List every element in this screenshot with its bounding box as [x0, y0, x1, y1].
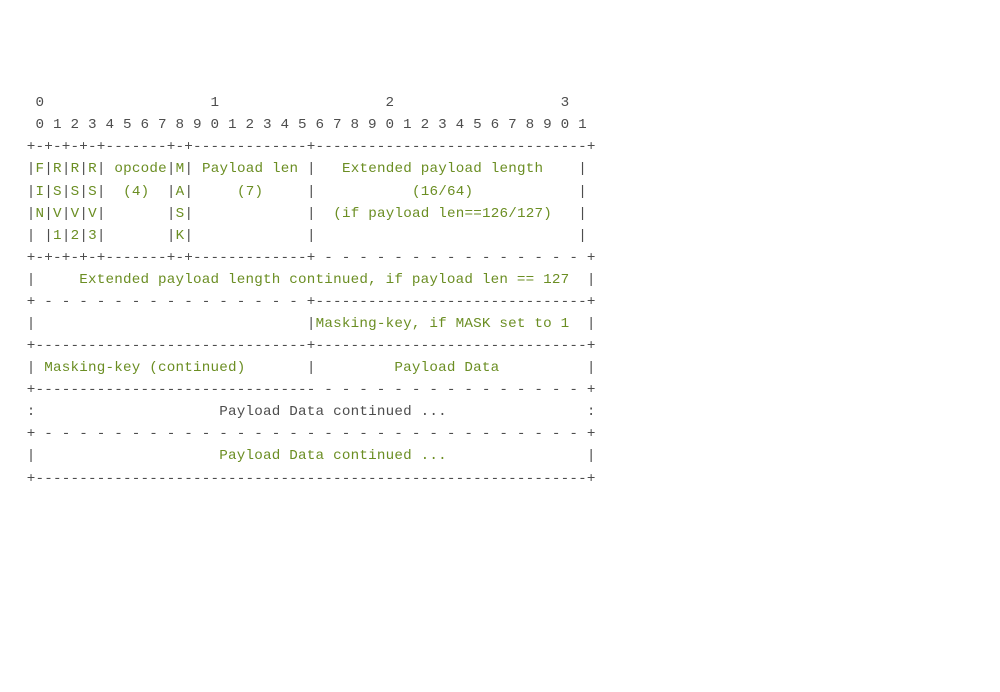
ext-payload-continued: Extended payload length continued, if pa…	[36, 272, 587, 288]
payload-continued-1: Payload Data continued ...	[36, 404, 587, 420]
ext-payload-label: Extended payload length	[316, 161, 579, 177]
bit-header-ones: 0 1 2 3 4 5 6 7 8 9 0 1 2 3 4 5 6 7 8 9 …	[18, 117, 587, 133]
separator-dashed: + - - - - - - - - - - - - - - - - - - - …	[18, 426, 596, 442]
opcode-label: opcode	[106, 161, 167, 177]
payload-continued-2: Payload Data continued ...	[36, 448, 587, 464]
payload-len-label: Payload len	[193, 161, 307, 177]
separator-full-1: +-------------------------------+-------…	[18, 338, 596, 354]
separator-top: +-+-+-+-+-------+-+-------------+-------…	[18, 139, 596, 155]
bit-header-tens: 0 1 2 3	[18, 95, 569, 111]
separator-bottom: +---------------------------------------…	[18, 471, 596, 487]
separator-before-mask: + - - - - - - - - - - - - - - - +-------…	[18, 294, 596, 310]
separator-long-dash: +-------------------------------- - - - …	[18, 382, 596, 398]
payload-data-label: Payload Data	[316, 360, 587, 376]
separator-after-bits: +-+-+-+-+-------+-+-------------+ - - - …	[18, 250, 596, 266]
masking-key-continued: Masking-key (continued)	[36, 360, 307, 376]
masking-key-label: Masking-key, if MASK set to 1	[316, 316, 587, 332]
bit-rsv3: R	[88, 161, 97, 177]
row1-pipe: |	[18, 161, 36, 177]
bit-fin: F	[36, 161, 45, 177]
bit-rsv1: R	[53, 161, 62, 177]
